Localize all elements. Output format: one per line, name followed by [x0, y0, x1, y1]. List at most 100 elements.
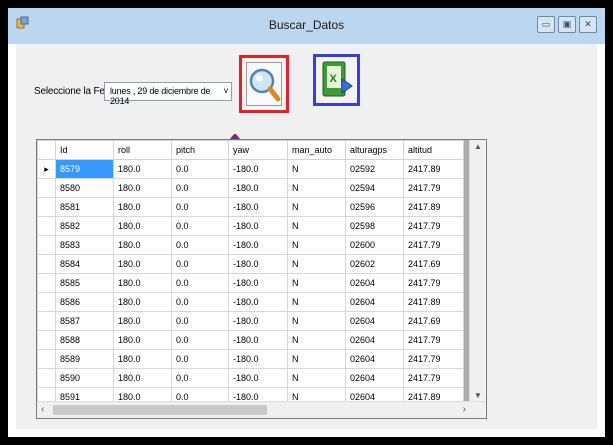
cell-yaw[interactable]: -180.0 [228, 178, 288, 198]
cell-pitch[interactable]: 0.0 [171, 235, 229, 255]
horizontal-scroll-thumb[interactable] [53, 405, 267, 415]
cell-pitch[interactable]: 0.0 [171, 311, 229, 331]
cell-id[interactable]: 8587 [55, 311, 114, 331]
cell-altitud[interactable]: 2417.89 [403, 292, 464, 312]
cell-altitud[interactable]: 2417.79 [403, 368, 464, 388]
cell-id[interactable]: 8586 [55, 292, 114, 312]
cell-id[interactable]: 8580 [55, 178, 114, 198]
cell-alturagps[interactable]: 02604 [345, 273, 404, 293]
row-header[interactable] [37, 197, 56, 217]
cell-id[interactable]: 8579 [55, 159, 114, 179]
row-header[interactable] [37, 273, 56, 293]
cell-man-auto[interactable]: N [287, 216, 346, 236]
cell-pitch[interactable]: 0.0 [171, 330, 229, 350]
cell-altitud[interactable]: 2417.79 [403, 330, 464, 350]
cell-roll[interactable]: 180.0 [113, 292, 172, 312]
cell-id[interactable]: 8590 [55, 368, 114, 388]
column-header-roll[interactable]: roll [113, 140, 172, 160]
cell-pitch[interactable]: 0.0 [171, 159, 229, 179]
cell-yaw[interactable]: -180.0 [228, 254, 288, 274]
cell-yaw[interactable]: -180.0 [228, 311, 288, 331]
cell-altitud[interactable]: 2417.89 [403, 197, 464, 217]
cell-man-auto[interactable]: N [287, 368, 346, 388]
data-grid[interactable]: Id roll pitch yaw man_auto alturagps alt… [36, 139, 487, 419]
cell-pitch[interactable]: 0.0 [171, 292, 229, 312]
cell-alturagps[interactable]: 02604 [345, 330, 404, 350]
cell-yaw[interactable]: -180.0 [228, 330, 288, 350]
table-row[interactable]: 8581 180.0 0.0 -180.0 N 02596 2417.89 [37, 197, 464, 217]
cell-yaw[interactable]: -180.0 [228, 273, 288, 293]
table-row[interactable]: ▸ 8579 180.0 0.0 -180.0 N 02592 2417.89 [37, 159, 464, 179]
search-button[interactable] [239, 55, 289, 113]
cell-alturagps[interactable]: 02596 [345, 197, 404, 217]
cell-yaw[interactable]: -180.0 [228, 159, 288, 179]
column-header-id[interactable]: Id [55, 140, 114, 160]
cell-alturagps[interactable]: 02604 [345, 349, 404, 369]
horizontal-scrollbar[interactable]: ‹ › [37, 401, 486, 418]
cell-pitch[interactable]: 0.0 [171, 349, 229, 369]
row-header[interactable] [37, 292, 56, 312]
export-excel-button[interactable]: X [313, 54, 360, 106]
table-row[interactable]: 8586 180.0 0.0 -180.0 N 02604 2417.89 [37, 292, 464, 312]
cell-altitud[interactable]: 2417.69 [403, 311, 464, 331]
cell-yaw[interactable]: -180.0 [228, 292, 288, 312]
cell-id[interactable]: 8582 [55, 216, 114, 236]
cell-yaw[interactable]: -180.0 [228, 216, 288, 236]
cell-yaw[interactable]: -180.0 [228, 349, 288, 369]
column-header-alturagps[interactable]: alturagps [345, 140, 404, 160]
chevron-down-icon[interactable]: v [224, 86, 228, 95]
table-row[interactable]: 8585 180.0 0.0 -180.0 N 02604 2417.79 [37, 273, 464, 293]
cell-pitch[interactable]: 0.0 [171, 178, 229, 198]
cell-yaw[interactable]: -180.0 [228, 197, 288, 217]
cell-altitud[interactable]: 2417.79 [403, 178, 464, 198]
cell-alturagps[interactable]: 02598 [345, 216, 404, 236]
row-header[interactable] [37, 216, 56, 236]
cell-man-auto[interactable]: N [287, 311, 346, 331]
cell-roll[interactable]: 180.0 [113, 330, 172, 350]
cell-id[interactable]: 8583 [55, 235, 114, 255]
cell-alturagps[interactable]: 02602 [345, 254, 404, 274]
date-picker[interactable]: lunes , 29 de diciembre de 2014 v [104, 82, 232, 106]
cell-pitch[interactable]: 0.0 [171, 254, 229, 274]
cell-id[interactable]: 8589 [55, 349, 114, 369]
title-bar[interactable]: Buscar_Datos ▭ ▣ ✕ [8, 8, 605, 44]
row-header[interactable] [37, 368, 56, 388]
cell-altitud[interactable]: 2417.79 [403, 235, 464, 255]
table-row[interactable]: 8583 180.0 0.0 -180.0 N 02600 2417.79 [37, 235, 464, 255]
cell-altitud[interactable]: 2417.79 [403, 349, 464, 369]
cell-roll[interactable]: 180.0 [113, 159, 172, 179]
cell-pitch[interactable]: 0.0 [171, 197, 229, 217]
cell-id[interactable]: 8584 [55, 254, 114, 274]
row-header[interactable] [37, 178, 56, 198]
row-header[interactable] [37, 235, 56, 255]
cell-man-auto[interactable]: N [287, 330, 346, 350]
column-header-pitch[interactable]: pitch [171, 140, 229, 160]
cell-pitch[interactable]: 0.0 [171, 273, 229, 293]
cell-roll[interactable]: 180.0 [113, 311, 172, 331]
cell-id[interactable]: 8581 [55, 197, 114, 217]
cell-man-auto[interactable]: N [287, 235, 346, 255]
cell-pitch[interactable]: 0.0 [171, 216, 229, 236]
cell-roll[interactable]: 180.0 [113, 368, 172, 388]
cell-roll[interactable]: 180.0 [113, 197, 172, 217]
scroll-down-icon[interactable]: ▼ [474, 391, 482, 400]
row-header[interactable] [37, 330, 56, 350]
table-row[interactable]: 8588 180.0 0.0 -180.0 N 02604 2417.79 [37, 330, 464, 350]
vertical-scrollbar[interactable]: ▲ ▼ [469, 140, 486, 402]
cell-altitud[interactable]: 2417.79 [403, 216, 464, 236]
cell-man-auto[interactable]: N [287, 292, 346, 312]
cell-man-auto[interactable]: N [287, 254, 346, 274]
row-header[interactable]: ▸ [37, 159, 56, 179]
cell-roll[interactable]: 180.0 [113, 254, 172, 274]
scroll-up-icon[interactable]: ▲ [474, 142, 482, 151]
cell-altitud[interactable]: 2417.89 [403, 159, 464, 179]
cell-roll[interactable]: 180.0 [113, 349, 172, 369]
cell-yaw[interactable]: -180.0 [228, 235, 288, 255]
cell-roll[interactable]: 180.0 [113, 273, 172, 293]
scroll-right-icon[interactable]: › [463, 404, 466, 415]
cell-alturagps[interactable]: 02604 [345, 292, 404, 312]
table-row[interactable]: 8587 180.0 0.0 -180.0 N 02604 2417.69 [37, 311, 464, 331]
row-header[interactable] [37, 254, 56, 274]
cell-alturagps[interactable]: 02592 [345, 159, 404, 179]
cell-id[interactable]: 8588 [55, 330, 114, 350]
